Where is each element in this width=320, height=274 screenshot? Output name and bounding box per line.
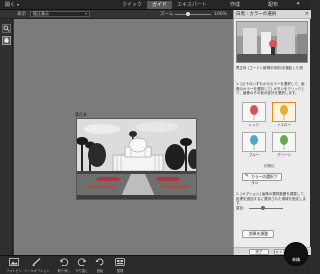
zoom-tool-button[interactable]: [2, 24, 11, 33]
redo-icon: [77, 258, 87, 266]
tool-options-icon: [32, 258, 41, 266]
logo-text: 林檎: [292, 257, 300, 262]
view-options-bar: 表示 極正表示 ▾ ズーム 100%: [0, 10, 233, 19]
adjust-effect-label: 効果を調整: [249, 231, 268, 236]
color-swatches: レッド イエロー ブルー グリーン: [242, 102, 306, 160]
swatch-blue-balloon: [250, 135, 258, 145]
swatch-yellow-box: [272, 102, 296, 122]
brush-size-track[interactable]: [249, 208, 283, 209]
swatch-green-box: [272, 132, 296, 152]
swatch-blue[interactable]: ブルー: [242, 132, 266, 159]
select-color-brush-button[interactable]: ✎ カラーの選択ブラシ: [242, 173, 282, 185]
example-preview-image: [237, 22, 307, 62]
swatch-yellow-label: イエロー: [277, 123, 291, 127]
open-menu[interactable]: 開く ▾: [5, 1, 19, 8]
zoom-value: 100%: [214, 12, 227, 17]
rotate-icon: [95, 258, 104, 266]
view-label: 表示: [17, 12, 26, 17]
example-preview: [236, 21, 308, 63]
organize-button[interactable]: 整理: [107, 257, 133, 274]
organize-icon: [115, 258, 125, 266]
share-menu[interactable]: 配布: [268, 1, 278, 8]
mode-tabs: クイック ガイド エキスパート: [117, 1, 212, 9]
bottom-toolbar: フォトビン ツールオプション 取り消し やり直し 回転 整理: [0, 255, 310, 274]
swatch-red-box: [242, 102, 266, 122]
hand-icon: [4, 37, 9, 43]
swatch-red-balloon: [250, 105, 258, 115]
view-select-value: 極正表示: [33, 11, 49, 16]
swatch-red[interactable]: レッド: [242, 102, 266, 129]
chevron-down-icon: ▾: [17, 2, 20, 7]
tab-guided[interactable]: ガイド: [147, 1, 173, 9]
swatch-yellow-balloon: [280, 105, 288, 115]
document-photo[interactable]: [76, 118, 197, 200]
magnifier-icon: [3, 25, 10, 32]
zoom-slider-track[interactable]: [175, 14, 211, 15]
zoom-label: ズーム: [160, 12, 174, 17]
swatch-red-label: レッド: [248, 123, 260, 127]
balloon-icon: [280, 135, 288, 150]
close-icon[interactable]: ×: [305, 11, 309, 18]
brush-icon: ✎: [245, 174, 249, 179]
step1-instructions: 1. [以下のいずれかのカラーを選択して、画像のカラーを選択して] ボタンをクリ…: [236, 82, 305, 95]
tool-options-button[interactable]: ツールオプション: [24, 257, 50, 274]
top-menu-bar: 開く ▾ クイック ガイド エキスパート 作成 配布 ✦: [0, 0, 310, 10]
tab-expert[interactable]: エキスパート: [172, 1, 212, 9]
conservatory-photo: [77, 119, 196, 199]
panel-header: 白黒 : カラーの選択 ×: [234, 10, 311, 19]
hand-tool-button[interactable]: [2, 36, 11, 45]
balloon-icon: [250, 105, 258, 120]
tab-quick[interactable]: クイック: [117, 1, 147, 9]
swatch-blue-label: ブルー: [248, 153, 260, 157]
guided-edit-panel: 白黒 : カラーの選択 × 黒正体 (ゴードン新規の特別)を撮影した例 1. […: [233, 10, 311, 255]
adjust-effect-button[interactable]: 効果を調整: [242, 230, 274, 238]
undo-icon: [59, 258, 69, 266]
swatch-green-label: グリーン: [277, 153, 291, 157]
swatch-green[interactable]: グリーン: [272, 132, 296, 159]
photo-editor-window: 開く ▾ クイック ガイド エキスパート 作成 配布 ✦ 表示 極正表示 ▾ ズー…: [0, 0, 311, 274]
zoom-slider-thumb[interactable]: [185, 12, 190, 16]
balloon-icon: [280, 105, 288, 120]
site-logo: 林檎: [284, 242, 308, 266]
extra-icon[interactable]: ✦: [296, 1, 300, 7]
view-select[interactable]: 極正表示 ▾: [30, 11, 90, 17]
preview-caption: 黒正体 (ゴードン新規の特別)を撮影した例: [236, 66, 303, 70]
brush-size-label: 直径:: [236, 206, 245, 210]
create-menu[interactable]: 作成: [230, 1, 240, 8]
photo-bin-icon: [9, 258, 19, 266]
panel-title: 白黒 : カラーの選択: [236, 12, 277, 17]
tool-options-label: ツールオプション: [24, 269, 50, 273]
reset-link[interactable]: 初期化: [264, 164, 275, 169]
select-color-brush-label: カラーの選択ブラシ: [251, 174, 278, 185]
chevron-down-icon: ▾: [85, 12, 87, 16]
image-canvas[interactable]: 背正本: [14, 19, 233, 255]
organize-label: 整理: [116, 269, 124, 273]
tool-strip: [0, 19, 13, 255]
swatch-yellow[interactable]: イエロー: [272, 102, 296, 129]
balloon-icon: [250, 135, 258, 150]
swatch-green-balloon: [280, 135, 288, 145]
brush-size-thumb[interactable]: [260, 206, 265, 210]
swatch-blue-box: [242, 132, 266, 152]
step2-instructions: 2. [オプション] 画像の選択範囲を調整して、処理を追加するに選択された領域を…: [236, 192, 308, 205]
open-label: 開く: [5, 2, 16, 8]
